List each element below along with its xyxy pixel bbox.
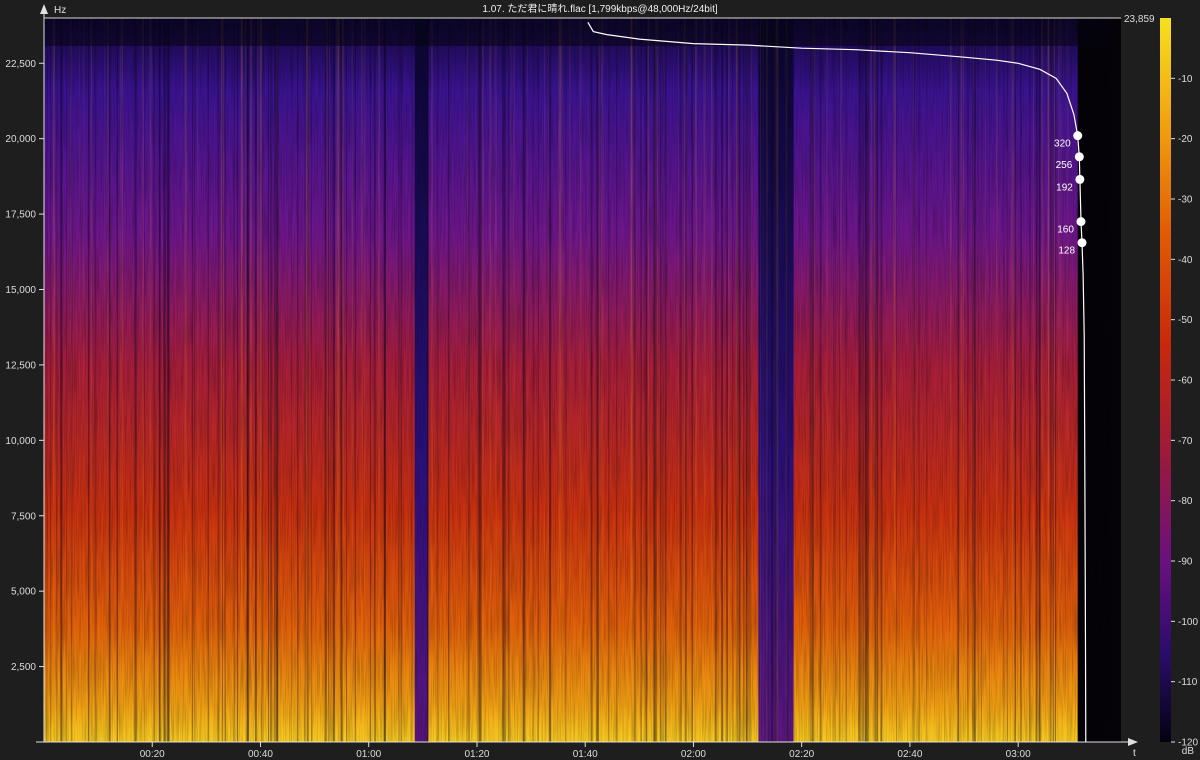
- bitrate-marker-128: [1077, 238, 1087, 248]
- colorbar-scale: [1160, 18, 1171, 742]
- colorbar-ticks: -10-20-30-40-50-60-70-80-90-100-110-120: [1171, 74, 1198, 749]
- x-axis-arrow-icon: [1128, 738, 1138, 746]
- bitrate-marker-label: 256: [1056, 160, 1073, 171]
- colorbar-tick-label: -50: [1178, 315, 1193, 326]
- y-tick-label: 2,500: [11, 662, 36, 673]
- x-tick-label: 02:20: [789, 749, 814, 760]
- x-tick-label: 01:40: [573, 749, 598, 760]
- colorbar-tick-label: -30: [1178, 195, 1193, 206]
- spectrogram-chart: Hz t 1.07. ただ君に晴れ.flac [1,799kbps@48,000…: [5, 2, 1198, 760]
- x-tick-label: 03:00: [1006, 749, 1031, 760]
- x-tick-label: 01:00: [356, 749, 381, 760]
- bitrate-marker-192: [1075, 174, 1085, 184]
- top-dark-band: [44, 18, 1110, 46]
- colorbar-tick-label: -10: [1178, 74, 1193, 85]
- y-tick-label: 17,500: [5, 210, 36, 221]
- x-tick-label: 02:00: [681, 749, 706, 760]
- y-axis-arrow-icon: [40, 4, 48, 14]
- bitrate-marker-256: [1074, 152, 1084, 162]
- y-axis-ticks: 2,500 5,000 7,500 10,000 12,500 15,000 17,500 2…: [5, 59, 44, 673]
- y-tick-label: 20,000: [5, 134, 36, 145]
- max-frequency-label: 23,859: [1124, 14, 1155, 25]
- bitrate-marker-160: [1076, 217, 1086, 227]
- bitrate-marker-label: 192: [1056, 182, 1073, 193]
- x-axis-unit: t: [1133, 748, 1136, 759]
- colorbar-tick-label: -110: [1178, 677, 1198, 688]
- chart-title: 1.07. ただ君に晴れ.flac [1,799kbps@48,000Hz/24…: [482, 2, 717, 15]
- y-tick-label: 12,500: [5, 360, 36, 371]
- colorbar-unit: dB: [1182, 746, 1195, 757]
- spectrogram-plot: [44, 18, 1121, 742]
- bitrate-marker-320: [1073, 131, 1083, 141]
- x-tick-label: 02:40: [897, 749, 922, 760]
- colorbar-tick-label: -60: [1178, 376, 1193, 387]
- x-tick-label: 00:20: [140, 749, 165, 760]
- y-tick-label: 10,000: [5, 436, 36, 447]
- colorbar-tick-label: -40: [1178, 255, 1193, 266]
- bitrate-marker-label: 320: [1054, 139, 1071, 150]
- x-axis-ticks: 00:20 00:40 01:00 01:20 01:40 02:00 02:20 02:40…: [140, 742, 1031, 760]
- db-colorbar: -10-20-30-40-50-60-70-80-90-100-110-120 …: [1160, 18, 1198, 757]
- colorbar-tick-label: -80: [1178, 496, 1193, 507]
- x-tick-label: 00:40: [248, 749, 273, 760]
- bitrate-marker-label: 160: [1057, 225, 1074, 236]
- y-tick-label: 15,000: [5, 285, 36, 296]
- spectrogram-grain: [44, 18, 1110, 742]
- colorbar-tick-label: -70: [1178, 436, 1193, 447]
- y-tick-label: 22,500: [5, 59, 36, 70]
- y-axis-unit: Hz: [54, 5, 66, 16]
- y-tick-label: 7,500: [11, 511, 36, 522]
- bitrate-marker-label: 128: [1058, 246, 1075, 257]
- colorbar-tick-label: -90: [1178, 557, 1193, 568]
- y-tick-label: 5,000: [11, 587, 36, 598]
- x-tick-label: 01:20: [464, 749, 489, 760]
- colorbar-tick-label: -20: [1178, 134, 1193, 145]
- colorbar-tick-label: -100: [1178, 617, 1198, 628]
